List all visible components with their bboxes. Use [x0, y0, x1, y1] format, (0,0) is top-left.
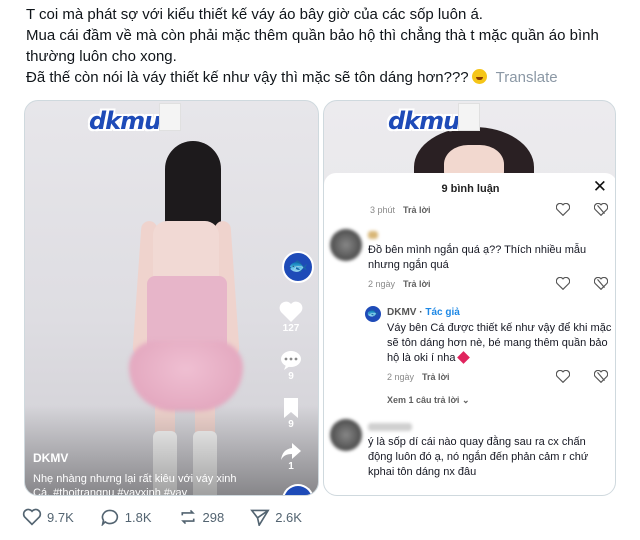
close-icon[interactable]: ✕	[593, 177, 607, 197]
share-count: 2.6K	[275, 509, 302, 525]
like-count: 9.7K	[47, 509, 74, 525]
author-badge: Tác giả	[425, 307, 460, 318]
post-line-3: thường luôn cho xong.	[26, 48, 177, 65]
comment-bubble-icon	[101, 509, 118, 526]
send-icon	[250, 509, 270, 526]
share-button[interactable]: 2.6K	[250, 508, 302, 526]
brand-logo: dkmu	[388, 107, 460, 135]
comment-time: 3 phút	[370, 205, 396, 215]
heart-icon	[279, 301, 303, 322]
comment-heart-icon[interactable]	[556, 277, 570, 290]
comment-count: 9	[288, 371, 294, 382]
like-count: 127	[282, 323, 300, 334]
brand-logo: dkmu	[89, 107, 161, 135]
like-action[interactable]: 127	[274, 301, 308, 334]
comment-1-meta: 2 ngày Trả lời	[368, 279, 430, 289]
creator-avatar-fish-icon[interactable]: 🐟	[282, 251, 314, 283]
engagement-bar: 9.7K 1.8K 298 2.6K	[22, 508, 302, 526]
share-action[interactable]: 1	[274, 441, 308, 472]
grinning-emoji-icon	[471, 69, 487, 84]
comment-sheet: 9 bình luận ✕ 3 phút Trả lời Đồ bên mình …	[324, 173, 615, 495]
comment-heart-icon[interactable]	[556, 203, 570, 216]
pink-dress-bodice	[147, 276, 227, 351]
reply-line-3-text: hộ là oki í nha	[387, 352, 456, 364]
share-arrow-icon	[281, 443, 301, 460]
right-video-card[interactable]: dkmu 9 bình luận ✕ 3 phút Trả lời Đồ bên …	[323, 100, 616, 496]
reply-time: 2 ngày	[387, 372, 415, 382]
comment-meta: 3 phút Trả lời	[370, 205, 430, 215]
reply-author-name: DKMV	[387, 307, 417, 318]
video-author[interactable]: DKMV	[33, 451, 68, 465]
dislike-icon[interactable]	[594, 203, 608, 216]
reply-link[interactable]: Trả lời	[403, 205, 430, 215]
comment-1-time: 2 ngày	[368, 279, 396, 289]
comment-1-line-2: nhưng ngắn quá	[368, 259, 449, 271]
red-heart-icon	[456, 351, 470, 364]
reply-button[interactable]: 1.8K	[100, 508, 152, 526]
like-button[interactable]: 9.7K	[22, 508, 74, 526]
heart-icon	[22, 508, 42, 526]
blurred-watermark	[159, 103, 181, 131]
repost-icon	[180, 509, 195, 525]
post-line-4-text: Đã thế còn nói là váy thiết kế như vậy t…	[26, 69, 469, 86]
comment-2-line-2: động luôn đó ạ, nó ngắn đến phản cảm r c…	[368, 451, 589, 463]
commenter-name-blurred	[368, 423, 412, 431]
reply-reply-link[interactable]: Trả lời	[422, 372, 449, 382]
repost-count: 298	[202, 509, 225, 525]
dislike-icon[interactable]	[594, 370, 608, 383]
comment-2-line-3: kphai tôn dáng nx đâu	[368, 466, 477, 478]
reply-line-3: hộ là oki í nha	[387, 351, 470, 366]
commenter-avatar[interactable]	[330, 229, 362, 261]
reply-line-1: Váy bên Cá được thiết kế như vậy để khi …	[387, 322, 612, 334]
blurred-watermark	[458, 103, 480, 131]
view-more-replies[interactable]: Xem 1 câu trả lời ⌄	[387, 395, 469, 406]
video-caption-line-2: Cá. #thoitrangnu #vayxinh #vay	[33, 487, 188, 496]
view-more-label: Xem 1 câu trả lời	[387, 395, 460, 405]
comment-heart-icon[interactable]	[556, 370, 570, 383]
save-count: 9	[288, 419, 294, 430]
author-avatar-fish-icon[interactable]: 🐟	[364, 305, 382, 323]
left-video-card[interactable]: dkmu 🐟 127 9 9 1 DKMV Nhẹ nhàng nhưng lạ…	[24, 100, 319, 496]
commenter-avatar[interactable]	[330, 419, 362, 451]
reply-meta: 2 ngày Trả lời	[387, 372, 449, 382]
translate-link[interactable]: Translate	[496, 69, 558, 86]
post-line-1: T coi mà phát sợ với kiểu thiết kế váy á…	[26, 6, 483, 23]
video-caption-line-1: Nhẹ nhàng nhưng lại rất kiêu với váy xin…	[33, 473, 237, 485]
comment-count-title: 9 bình luận	[441, 183, 500, 195]
share-count: 1	[288, 461, 294, 472]
post-line-2: Mua cái đầm về mà còn phải mặc thêm quần…	[26, 27, 599, 44]
bookmark-icon	[284, 398, 298, 418]
commenter-name-blurred	[368, 231, 378, 239]
save-action[interactable]: 9	[274, 397, 308, 430]
comment-1-line-1: Đồ bên mình ngắn quá ạ?? Thích nhiều mẫu	[368, 244, 587, 256]
comment-action[interactable]: 9	[274, 349, 308, 382]
comment-2-line-1: ý là sốp dí cái nào quay đằng sau ra cx …	[368, 436, 586, 448]
pink-dress-skirt	[129, 341, 243, 411]
reply-count: 1.8K	[124, 509, 152, 525]
comment-bubble-icon	[281, 351, 301, 370]
post-text: T coi mà phát sợ với kiểu thiết kế váy á…	[26, 4, 626, 88]
post-line-4: Đã thế còn nói là váy thiết kế như vậy t…	[26, 67, 626, 88]
comment-1-reply-link[interactable]: Trả lời	[403, 279, 430, 289]
reply-author[interactable]: DKMV · Tác giả	[387, 307, 460, 318]
dislike-icon[interactable]	[594, 277, 608, 290]
reply-line-2: sẽ tôn dáng hơn nè, bé mang thêm quần bả…	[387, 337, 608, 349]
repost-button[interactable]: 298	[178, 508, 225, 526]
